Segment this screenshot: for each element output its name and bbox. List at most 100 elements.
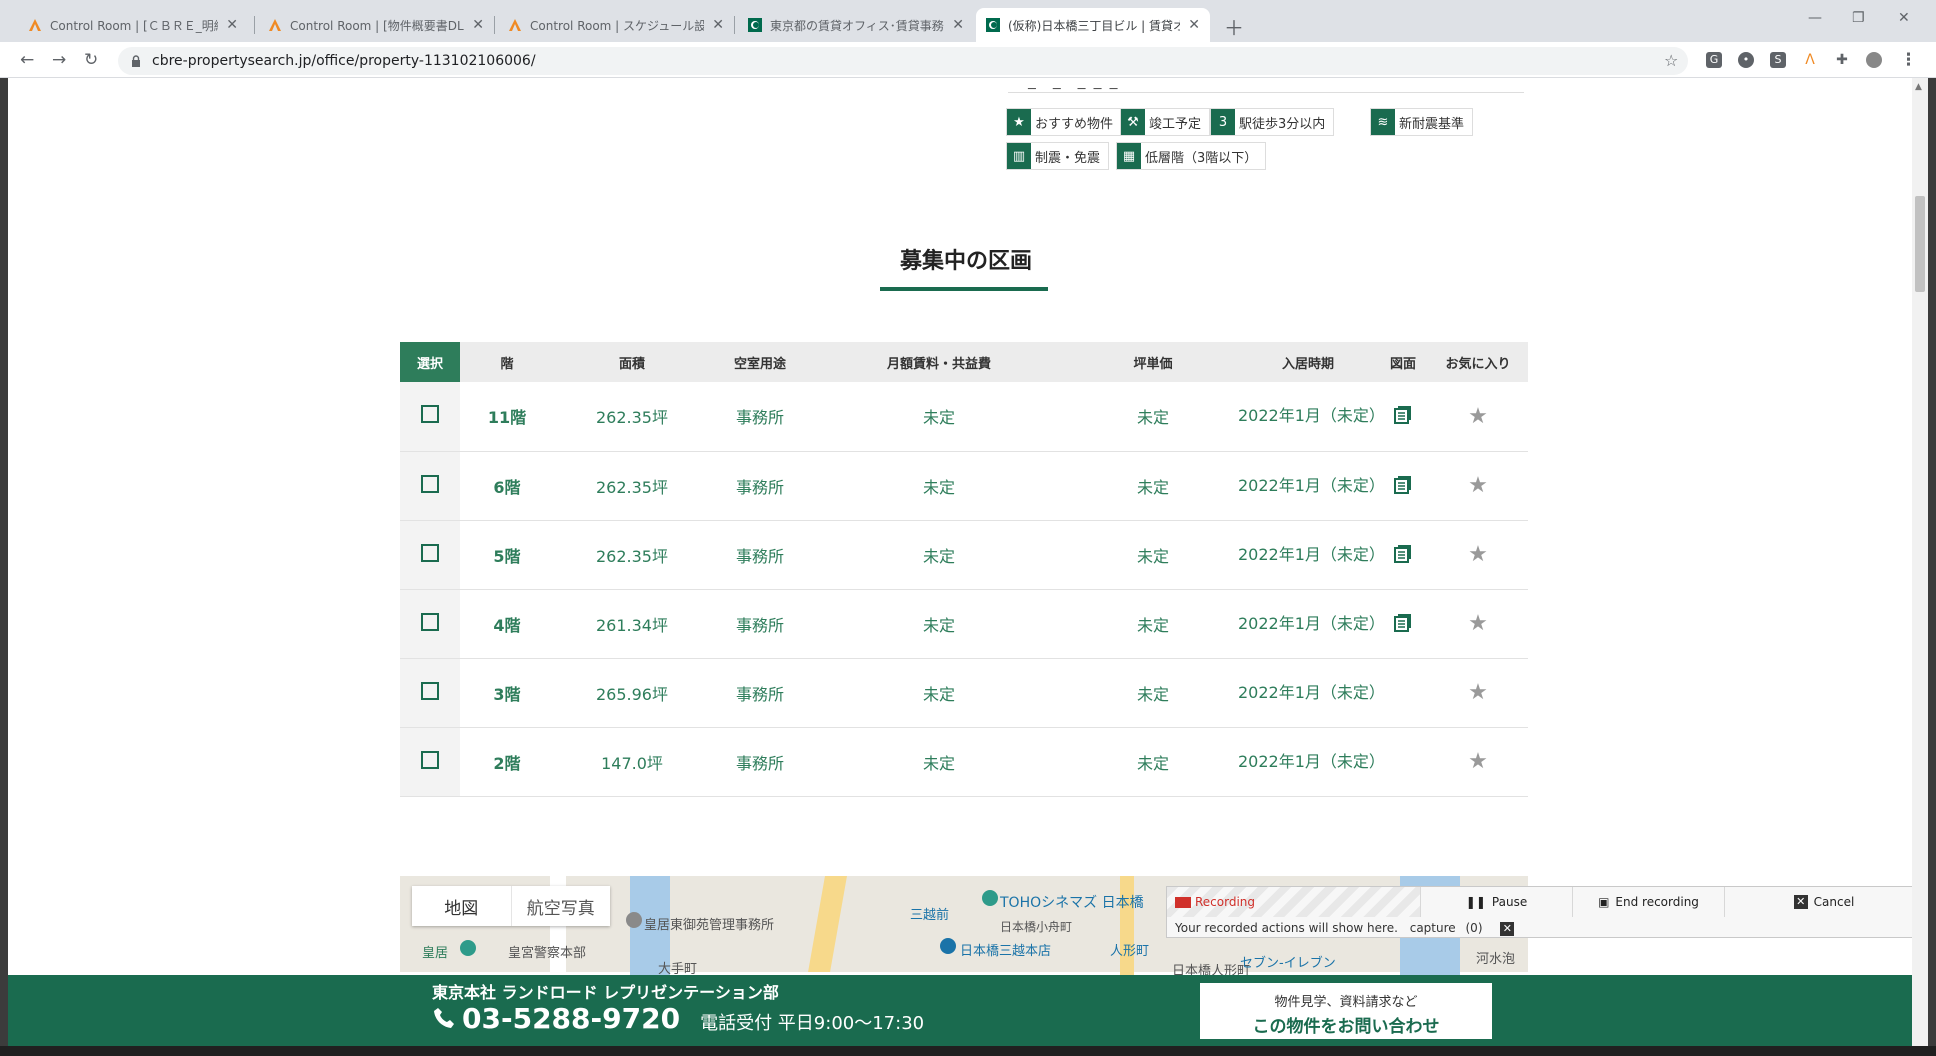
use-cell: 事務所 bbox=[710, 382, 810, 452]
map-label: 日本橋小舟町 bbox=[1000, 920, 1073, 934]
new-tab-button[interactable]: ＋ bbox=[1224, 12, 1244, 41]
cancel-button[interactable]: ✕ Cancel bbox=[1725, 887, 1923, 917]
select-checkbox[interactable] bbox=[421, 543, 439, 562]
map-tab-map[interactable]: 地図 bbox=[412, 886, 511, 926]
browser-tab[interactable]: Control Room | [物件概要書DL] T ✕ bbox=[258, 8, 494, 42]
map-pin-icon bbox=[940, 938, 956, 954]
extension-chat-icon[interactable]: • bbox=[1738, 52, 1754, 68]
section-title: 募集中の区画 bbox=[899, 249, 1032, 274]
map-tab-satellite[interactable]: 航空写真 bbox=[510, 886, 611, 926]
tag-label: 制震・免震 bbox=[1035, 150, 1101, 166]
taskbar bbox=[0, 1046, 1936, 1056]
extensions-puzzle-icon[interactable]: ✚ bbox=[1834, 52, 1850, 68]
automation-anywhere-icon[interactable]: Λ bbox=[1802, 52, 1818, 68]
select-checkbox[interactable] bbox=[421, 612, 439, 631]
close-icon[interactable]: ✕ bbox=[952, 17, 964, 33]
area-cell: 265.96坪 bbox=[554, 658, 710, 728]
select-cell bbox=[400, 382, 460, 452]
extension-s-icon[interactable]: S bbox=[1770, 52, 1786, 68]
favorite-star-icon[interactable]: ★ bbox=[1468, 542, 1488, 567]
select-checkbox[interactable] bbox=[421, 681, 439, 700]
address-bar[interactable]: cbre-propertysearch.jp/office/property-1… bbox=[118, 47, 1688, 75]
select-checkbox[interactable] bbox=[421, 474, 439, 493]
header-use: 空室用途 bbox=[710, 342, 810, 382]
plan-cell bbox=[1378, 520, 1428, 590]
floor-plan-icon[interactable] bbox=[1393, 474, 1413, 494]
recorder-toolbar: Recording ❚❚ Pause ▣ End recording ✕ Can… bbox=[1166, 886, 1924, 938]
unit-price-cell: 未定 bbox=[1068, 727, 1238, 797]
low-floor-icon: ▦ bbox=[1117, 143, 1141, 169]
use-cell: 事務所 bbox=[710, 589, 810, 659]
favorite-star-icon[interactable]: ★ bbox=[1468, 404, 1488, 429]
favorite-cell: ★ bbox=[1428, 727, 1528, 797]
browser-tab[interactable]: Control Room | スケジュール設定済 ✕ bbox=[498, 8, 734, 42]
close-icon[interactable]: ✕ bbox=[1188, 17, 1200, 33]
favorite-star-icon[interactable]: ★ bbox=[1468, 749, 1488, 774]
office-name: 東京本社 ランドロード レプリゼンテーション部 bbox=[432, 983, 779, 1002]
map-label: 皇宮警察本部 bbox=[508, 946, 587, 961]
pause-button[interactable]: ❚❚ Pause bbox=[1421, 887, 1573, 917]
use-cell: 事務所 bbox=[710, 520, 810, 590]
map-label: TOHOシネマズ 日本橋 bbox=[1000, 895, 1144, 911]
table-row: 5階 262.35坪 事務所 未定 未定 2022年1月（未定） ★ bbox=[400, 520, 1528, 590]
scrollbar-thumb[interactable] bbox=[1915, 196, 1925, 292]
map-label: セブン-イレブン bbox=[1240, 956, 1336, 971]
quake-resistant-icon: ≋ bbox=[1371, 109, 1395, 135]
end-recording-button[interactable]: ▣ End recording bbox=[1573, 887, 1725, 917]
walk-3min-icon: 3 bbox=[1211, 109, 1235, 135]
favorite-star-icon[interactable]: ★ bbox=[1468, 680, 1488, 705]
restore-button[interactable]: ❐ bbox=[1852, 10, 1865, 26]
unit-price-cell: 未定 bbox=[1068, 451, 1238, 521]
area-cell: 147.0坪 bbox=[554, 727, 710, 797]
rent-cell: 未定 bbox=[810, 520, 1068, 590]
reload-button[interactable]: ↻ bbox=[84, 50, 98, 70]
construction-icon: ⚒ bbox=[1121, 109, 1145, 135]
scroll-up-icon[interactable]: ▲ bbox=[1915, 82, 1922, 92]
rent-cell: 未定 bbox=[810, 382, 1068, 452]
bookmark-star-icon[interactable]: ☆ bbox=[1664, 51, 1678, 70]
favorite-star-icon[interactable]: ★ bbox=[1468, 611, 1488, 636]
clear-capture-icon[interactable]: ✕ bbox=[1500, 922, 1515, 936]
close-icon[interactable]: ✕ bbox=[472, 17, 484, 33]
feature-tag: ≋ 新耐震基準 bbox=[1370, 108, 1474, 136]
rent-cell: 未定 bbox=[810, 589, 1068, 659]
close-icon[interactable]: ✕ bbox=[226, 17, 238, 33]
floor-plan-icon[interactable] bbox=[1393, 543, 1413, 563]
tag-label: 低層階（3階以下） bbox=[1145, 150, 1258, 166]
select-checkbox[interactable] bbox=[421, 750, 439, 769]
header-move-in: 入居時期 bbox=[1238, 342, 1378, 382]
browser-tab-active[interactable]: (仮称)日本橋三丁目ビル | 賃貸オフ ✕ bbox=[976, 8, 1210, 42]
menu-icon[interactable]: ⋮ bbox=[1900, 50, 1917, 70]
vertical-scrollbar[interactable]: ▲ bbox=[1912, 78, 1928, 1046]
inquiry-button[interactable]: 物件見学、資料請求など この物件をお問い合わせ bbox=[1200, 983, 1492, 1039]
rent-cell: 未定 bbox=[810, 727, 1068, 797]
recording-indicator: Recording bbox=[1167, 887, 1421, 917]
contact-footer: 東京本社 ランドロード レプリゼンテーション部 03-5288-9720 電話受… bbox=[8, 975, 1912, 1046]
browser-tab[interactable]: Control Room | [ＣＢＲＥ_明細取 ✕ bbox=[18, 8, 248, 42]
header-select: 選択 bbox=[400, 342, 460, 382]
feature-tag: ⚒ 竣工予定 bbox=[1120, 108, 1211, 136]
tab-divider bbox=[734, 16, 735, 34]
favorite-star-icon[interactable]: ★ bbox=[1468, 473, 1488, 498]
close-icon[interactable]: ✕ bbox=[712, 17, 724, 33]
back-button[interactable]: ← bbox=[20, 50, 34, 70]
forward-button[interactable]: → bbox=[52, 50, 66, 70]
plan-cell bbox=[1378, 658, 1428, 728]
header-area: 面積 bbox=[554, 342, 710, 382]
save-icon: ▣ bbox=[1598, 895, 1610, 909]
phone-number[interactable]: 03-5288-9720 bbox=[462, 1002, 680, 1035]
browser-tab[interactable]: 東京都の賃貸オフィス･賃貸事務所 ✕ bbox=[738, 8, 974, 42]
select-checkbox[interactable] bbox=[421, 405, 439, 424]
close-window-button[interactable]: ✕ bbox=[1898, 10, 1910, 26]
browser-tab-strip: Control Room | [ＣＢＲＥ_明細取 ✕ Control Room … bbox=[0, 0, 1936, 42]
floor-cell: 6階 bbox=[460, 451, 554, 521]
floor-cell: 3階 bbox=[460, 658, 554, 728]
map-label: 日本橋三越本店 bbox=[960, 944, 1052, 959]
favorite-cell: ★ bbox=[1428, 589, 1528, 659]
feature-tag: ▦ 低層階（3階以下） bbox=[1116, 142, 1267, 170]
floor-plan-icon[interactable] bbox=[1393, 404, 1413, 425]
profile-avatar[interactable] bbox=[1866, 52, 1882, 68]
minimize-button[interactable]: — bbox=[1808, 10, 1822, 26]
extension-g-icon[interactable]: G bbox=[1706, 52, 1722, 68]
floor-plan-icon[interactable] bbox=[1393, 612, 1413, 632]
